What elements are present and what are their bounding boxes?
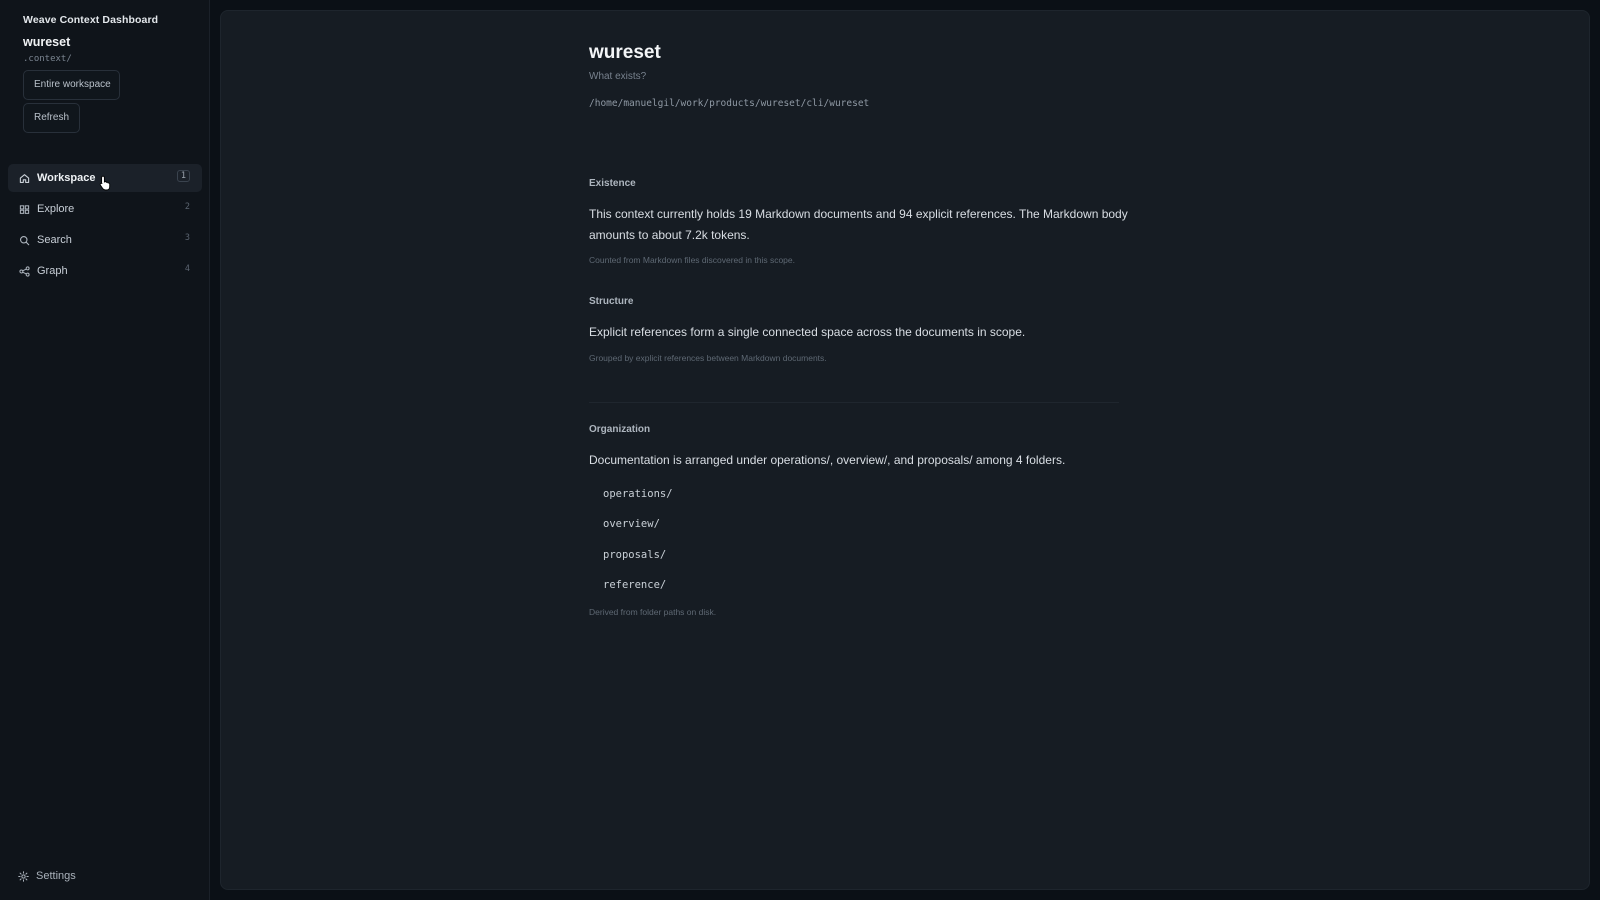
- sidebar-item-label: Workspace: [37, 172, 96, 184]
- organization-heading: Organization: [589, 424, 651, 435]
- search-icon: [18, 234, 30, 246]
- structure-section: Structure Explicit references form a sin…: [589, 296, 1129, 363]
- settings-button[interactable]: Settings: [18, 870, 76, 882]
- structure-body: Explicit references form a single connec…: [589, 325, 1026, 339]
- sidebar-item-label: Explore: [37, 203, 75, 215]
- shortcut-key: 4: [184, 264, 190, 274]
- sidebar-item-label: Graph: [37, 265, 68, 277]
- sidebar: Weave Context Dashboard wureset .context…: [0, 0, 210, 900]
- existence-heading: Existence: [589, 178, 636, 189]
- sidebar-item-explore[interactable]: Explore 2: [8, 195, 202, 223]
- structure-heading: Structure: [589, 296, 634, 307]
- organization-section: Organization Documentation is arranged u…: [589, 424, 1129, 617]
- shortcut-key: 1: [176, 170, 190, 182]
- app-title: Weave Context Dashboard: [23, 14, 159, 26]
- organization-body: Documentation is arranged under operatio…: [589, 453, 1066, 467]
- structure-note: Grouped by explicit references between M…: [589, 352, 827, 363]
- page-title: wureset: [589, 42, 661, 63]
- pointer-cursor-icon: [99, 175, 111, 191]
- folder-item: proposals/: [603, 548, 667, 561]
- sidebar-item-graph[interactable]: Graph 4: [8, 257, 202, 285]
- workspace-path: /home/manuelgil/work/products/wureset/cl…: [589, 98, 870, 109]
- folder-item: overview/: [603, 518, 660, 530]
- workspace-name: wureset: [23, 35, 71, 49]
- existence-note: Counted from Markdown files discovered i…: [589, 255, 795, 265]
- refresh-button[interactable]: Refresh: [23, 103, 80, 133]
- entire-workspace-button[interactable]: Entire workspace: [23, 70, 120, 100]
- folder-list: operations/ overview/ proposals/ referen…: [589, 485, 1129, 607]
- home-icon: [18, 172, 30, 184]
- settings-label: Settings: [36, 870, 76, 882]
- context-directory: .context/: [23, 54, 72, 64]
- organization-note: Derived from folder paths on disk.: [589, 606, 717, 617]
- app-window: Weave Context Dashboard wureset .context…: [0, 0, 1600, 900]
- existence-section: Existence This context currently holds 1…: [589, 178, 1129, 265]
- sidebar-item-label: Search: [37, 234, 72, 246]
- shortcut-key: 3: [184, 233, 190, 243]
- grid-icon: [18, 203, 30, 215]
- section-divider: [589, 402, 1119, 403]
- workspace-overview: wureset What exists? /home/manuelgil/wor…: [589, 41, 1129, 617]
- sidebar-item-search[interactable]: Search 3: [8, 226, 202, 254]
- folder-item: reference/: [603, 579, 667, 591]
- shortcut-key: 2: [184, 202, 190, 212]
- gear-icon: [18, 870, 29, 882]
- existence-body: This context currently holds 19 Markdown…: [589, 207, 1128, 242]
- graph-icon: [18, 265, 30, 277]
- main-panel: wureset What exists? /home/manuelgil/wor…: [220, 10, 1590, 890]
- folder-item: operations/: [603, 487, 673, 500]
- page-subtitle: What exists?: [589, 71, 647, 82]
